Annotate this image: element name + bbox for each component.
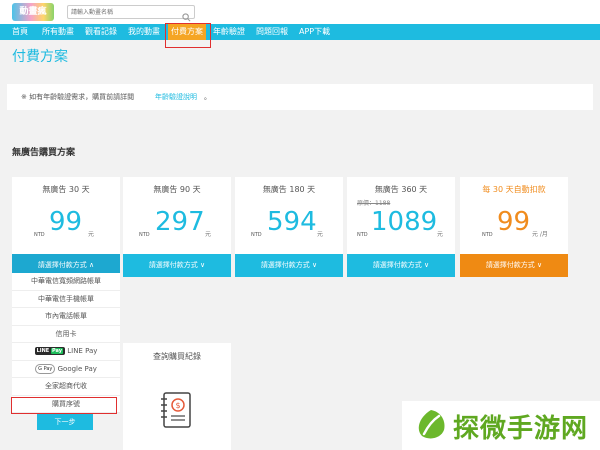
search-box (67, 5, 195, 22)
plan-price: 99 (49, 207, 83, 237)
plan-unit: 元 (317, 231, 324, 238)
main-nav: 首頁 所有動畫 觀看記錄 我的動畫 付費方案 年齡驗證 問題回報 APP下載 (0, 24, 600, 40)
site-logo[interactable]: 動畫瘋 (12, 3, 54, 21)
plan-name: 無廣告 360 天 (374, 185, 428, 194)
choose-payment-button-360d[interactable]: 請選擇付款方式 ∨ (347, 254, 455, 277)
google-pay-logo-icon: G Pay (35, 363, 56, 374)
section-title: 無廣告購買方案 (12, 148, 76, 158)
plan-card-180d[interactable]: 無廣告 180 天 NTD 594 元 (235, 177, 343, 254)
dollar-notebook-icon: $ (157, 390, 197, 434)
payment-option-credit-card[interactable]: 信用卡 (12, 325, 120, 343)
choose-payment-button-90d[interactable]: 請選擇付款方式 ∨ (123, 254, 231, 277)
nav-item-app-download[interactable]: APP下載 (299, 24, 330, 40)
purchase-record-title: 查詢購買紀錄 (153, 352, 201, 361)
line-pay-badge: Pay (50, 348, 63, 354)
plan-name: 無廣告 30 天 (42, 185, 90, 194)
nav-item-history[interactable]: 觀看記錄 (85, 24, 117, 40)
watermark: 探微手游网 (402, 401, 600, 450)
nav-item-my-anime[interactable]: 我的動畫 (128, 24, 160, 40)
search-input[interactable] (71, 6, 176, 18)
plan-unit: 元 /月 (532, 231, 548, 238)
line-pay-label: LINE Pay (67, 347, 98, 355)
svg-text:$: $ (175, 401, 180, 410)
payment-option-landline[interactable]: 市內電話帳單 (12, 308, 120, 326)
plan-price: 297 (155, 207, 205, 237)
payment-option-cht-broadband[interactable]: 中華電信寬頻網路帳單 (12, 273, 120, 291)
highlight-serial-option (11, 397, 117, 414)
plan-currency: NTD (139, 232, 150, 238)
plan-name: 無廣告 90 天 (153, 185, 201, 194)
plan-price: 99 (497, 207, 531, 237)
plan-unit: 元 (88, 231, 95, 238)
nav-item-home[interactable]: 首頁 (12, 24, 28, 40)
nav-item-report[interactable]: 問題回報 (256, 24, 288, 40)
plan-name: 無廣告 180 天 (262, 185, 316, 194)
plan-card-90d[interactable]: 無廣告 90 天 NTD 297 元 (123, 177, 231, 254)
plan-unit: 元 (437, 231, 444, 238)
plan-price: 594 (267, 207, 317, 237)
nav-item-age-verify[interactable]: 年齡驗證 (213, 24, 245, 40)
page-title: 付費方案 (12, 49, 68, 65)
notice-suffix: 。 (204, 93, 211, 101)
notice-box: ※ 如有年齡驗證需求，購買前請詳閱 年齡驗證說明 。 (7, 84, 593, 110)
payment-option-cht-mobile[interactable]: 中華電信手機帳單 (12, 290, 120, 308)
payment-option-line-pay[interactable]: LINE Pay LINE Pay (12, 343, 120, 361)
choose-payment-button-auto-renew[interactable]: 請選擇付款方式 ∨ (460, 254, 568, 277)
choose-payment-button-180d[interactable]: 請選擇付款方式 ∨ (235, 254, 343, 277)
plan-unit: 元 (205, 231, 212, 238)
plan-price: 1089 (371, 207, 438, 237)
plan-currency: NTD (251, 232, 262, 238)
next-step-button[interactable]: 下一步 (37, 414, 93, 430)
plan-original-price: 原價：1188 (357, 200, 391, 207)
purchase-record-card[interactable]: 查詢購買紀錄 $ (123, 343, 231, 450)
plan-name: 每 30 天自動扣款 (482, 185, 546, 194)
leaf-logo-icon (414, 408, 448, 446)
highlight-plans-tab (165, 23, 211, 48)
payment-option-familymart[interactable]: 全家超商代收 (12, 378, 120, 396)
plan-currency: NTD (34, 232, 45, 238)
plan-currency: NTD (357, 232, 368, 238)
line-pay-logo-icon: LINE Pay (34, 347, 65, 355)
age-verify-link[interactable]: 年齡驗證說明 (155, 92, 197, 102)
plan-card-360d[interactable]: 無廣告 360 天 原價：1188 NTD 1089 元 (347, 177, 455, 254)
google-pay-label: Google Pay (57, 364, 97, 373)
top-bar: 動畫瘋 (0, 0, 600, 24)
watermark-text: 探微手游网 (453, 414, 589, 444)
plan-currency: NTD (482, 232, 493, 238)
line-badge: LINE (36, 348, 50, 354)
nav-item-all-anime[interactable]: 所有動畫 (42, 24, 74, 40)
notice-text: ※ 如有年齡驗證需求，購買前請詳閱 (21, 93, 135, 101)
payment-method-dropdown: 中華電信寬頻網路帳單 中華電信手機帳單 市內電話帳單 信用卡 LINE Pay … (12, 273, 120, 413)
payment-option-google-pay[interactable]: G Pay Google Pay (12, 360, 120, 378)
plan-card-auto-renew[interactable]: 每 30 天自動扣款 NTD 99 元 /月 (460, 177, 568, 254)
plan-card-30d[interactable]: 無廣告 30 天 NTD 99 元 (12, 177, 120, 254)
